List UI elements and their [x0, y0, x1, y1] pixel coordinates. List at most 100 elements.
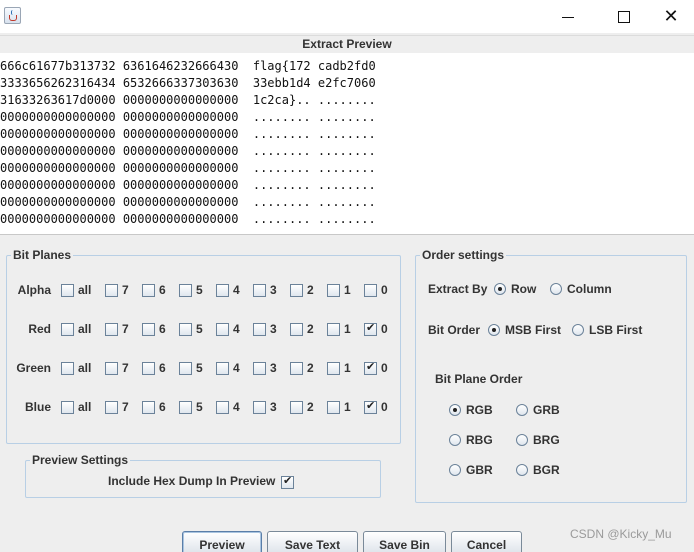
bit-plane-checkbox-red-all[interactable]: all: [61, 321, 91, 337]
checkbox-label: 5: [196, 283, 203, 297]
bit-plane-checkbox-red-3[interactable]: 3: [253, 321, 277, 337]
include-hex-dump-checkbox[interactable]: [281, 474, 294, 490]
bit-plane-checkbox-green-3[interactable]: 3: [253, 360, 277, 376]
bit-order-label: Bit Order: [428, 323, 481, 337]
checkbox-box: [364, 283, 377, 297]
maximize-button[interactable]: [601, 0, 647, 33]
bit-plane-checkbox-blue-6[interactable]: 6: [142, 399, 166, 415]
bit-plane-checkbox-blue-1[interactable]: 1: [327, 399, 351, 415]
bit-plane-checkbox-blue-5[interactable]: 5: [179, 399, 203, 415]
bit-plane-checkbox-alpha-0[interactable]: 0: [364, 282, 388, 298]
bit-plane-checkbox-red-7[interactable]: 7: [105, 321, 129, 337]
checkbox-label: 2: [307, 322, 314, 336]
bit-plane-checkbox-blue-4[interactable]: 4: [216, 399, 240, 415]
bit-plane-checkbox-alpha-2[interactable]: 2: [290, 282, 314, 298]
preview-line: 0000000000000000 0000000000000000 ......…: [0, 127, 376, 141]
cancel-button[interactable]: Cancel: [451, 531, 522, 552]
bit-plane-order-bgr-radio[interactable]: BGR: [516, 462, 560, 478]
checkbox-box: [216, 322, 229, 336]
checkbox-box: [105, 283, 118, 297]
checkbox-box: [105, 361, 118, 375]
preview-line: 0000000000000000 0000000000000000 ......…: [0, 161, 376, 175]
bit-plane-checkbox-red-0[interactable]: 0: [364, 321, 388, 337]
bit-plane-checkbox-blue-0[interactable]: 0: [364, 399, 388, 415]
bit-plane-checkbox-green-all[interactable]: all: [61, 360, 91, 376]
java-cup-icon: [4, 7, 21, 24]
bit-plane-checkbox-blue-7[interactable]: 7: [105, 399, 129, 415]
checkbox-box: [105, 400, 118, 414]
bit-plane-checkbox-alpha-4[interactable]: 4: [216, 282, 240, 298]
order-settings-legend: Order settings: [420, 248, 507, 262]
checkbox-label: 7: [122, 322, 129, 336]
checkbox-label: 7: [122, 283, 129, 297]
checkbox-box: [179, 283, 192, 297]
bit-plane-row-label-blue: Blue: [24, 400, 51, 414]
bit-plane-checkbox-alpha-1[interactable]: 1: [327, 282, 351, 298]
bit-order-msb-radio[interactable]: MSB First: [488, 322, 561, 338]
bit-plane-checkbox-green-4[interactable]: 4: [216, 360, 240, 376]
checkbox-box: [327, 361, 340, 375]
bit-planes-legend: Bit Planes: [11, 248, 74, 262]
checkbox-box: [290, 283, 303, 297]
bit-plane-checkbox-red-5[interactable]: 5: [179, 321, 203, 337]
preview-line: 0000000000000000 0000000000000000 ......…: [0, 195, 376, 209]
bit-plane-checkbox-alpha-6[interactable]: 6: [142, 282, 166, 298]
bit-plane-checkbox-alpha-5[interactable]: 5: [179, 282, 203, 298]
close-button[interactable]: ✕: [648, 0, 694, 33]
checkbox-box: [179, 322, 192, 336]
bit-plane-checkbox-red-1[interactable]: 1: [327, 321, 351, 337]
maximize-icon: [618, 10, 630, 23]
checkbox-label: 4: [233, 322, 240, 336]
checkbox-label: 5: [196, 322, 203, 336]
checkbox-label: 1: [344, 361, 351, 375]
checkbox-box: [253, 322, 266, 336]
extract-by-label: Extract By: [428, 282, 488, 296]
checkbox-label: 0: [381, 361, 388, 375]
checkbox-label: 3: [270, 283, 277, 297]
checkbox-label: 1: [344, 283, 351, 297]
preview-button[interactable]: Preview: [182, 531, 262, 552]
bit-plane-checkbox-red-2[interactable]: 2: [290, 321, 314, 337]
preview-text-area[interactable]: 666c61677b313732 6361646232666430 flag{1…: [0, 53, 694, 235]
bit-plane-checkbox-blue-2[interactable]: 2: [290, 399, 314, 415]
bit-plane-checkbox-green-6[interactable]: 6: [142, 360, 166, 376]
minimize-button[interactable]: [545, 0, 591, 33]
bit-plane-order-rbg-radio[interactable]: RBG: [449, 432, 493, 448]
checkbox-label: all: [78, 400, 92, 414]
bit-plane-checkbox-alpha-7[interactable]: 7: [105, 282, 129, 298]
extract-by-row-radio[interactable]: Row: [494, 281, 536, 297]
checkbox-label: 3: [270, 361, 277, 375]
bit-plane-checkbox-red-4[interactable]: 4: [216, 321, 240, 337]
checkbox-label: 2: [307, 400, 314, 414]
preview-line: 0000000000000000 0000000000000000 ......…: [0, 178, 376, 192]
bit-plane-checkbox-alpha-3[interactable]: 3: [253, 282, 277, 298]
bit-plane-checkbox-blue-3[interactable]: 3: [253, 399, 277, 415]
bit-plane-order-brg-radio[interactable]: BRG: [516, 432, 560, 448]
bit-plane-order-gbr-radio[interactable]: GBR: [449, 462, 493, 478]
checkbox-label: 5: [196, 400, 203, 414]
checkbox-box: [253, 361, 266, 375]
bit-order-lsb-radio[interactable]: LSB First: [572, 322, 642, 338]
bit-plane-order-grb-radio[interactable]: GRB: [516, 402, 560, 418]
bit-plane-order-rgb-radio[interactable]: RGB: [449, 402, 493, 418]
extract-by-column-radio[interactable]: Column: [550, 281, 612, 297]
save-bin-button[interactable]: Save Bin: [363, 531, 446, 552]
preview-settings-group: Preview Settings Include Hex Dump In Pre…: [25, 453, 381, 498]
checkbox-box: [327, 400, 340, 414]
save-text-button[interactable]: Save Text: [267, 531, 358, 552]
bit-plane-checkbox-blue-all[interactable]: all: [61, 399, 91, 415]
checkbox-label: 4: [233, 361, 240, 375]
bit-plane-checkbox-green-0[interactable]: 0: [364, 360, 388, 376]
bit-plane-checkbox-red-6[interactable]: 6: [142, 321, 166, 337]
checkbox-label: 6: [159, 400, 166, 414]
bit-plane-checkbox-green-1[interactable]: 1: [327, 360, 351, 376]
checkbox-box: [327, 322, 340, 336]
bit-plane-row-label-red: Red: [28, 322, 51, 336]
bit-plane-checkbox-alpha-all[interactable]: all: [61, 282, 91, 298]
checkbox-box: [364, 360, 377, 375]
checkbox-label: 2: [307, 361, 314, 375]
bit-plane-checkbox-green-5[interactable]: 5: [179, 360, 203, 376]
bit-plane-checkbox-green-2[interactable]: 2: [290, 360, 314, 376]
bit-plane-checkbox-green-7[interactable]: 7: [105, 360, 129, 376]
radio-dot: [516, 464, 528, 476]
